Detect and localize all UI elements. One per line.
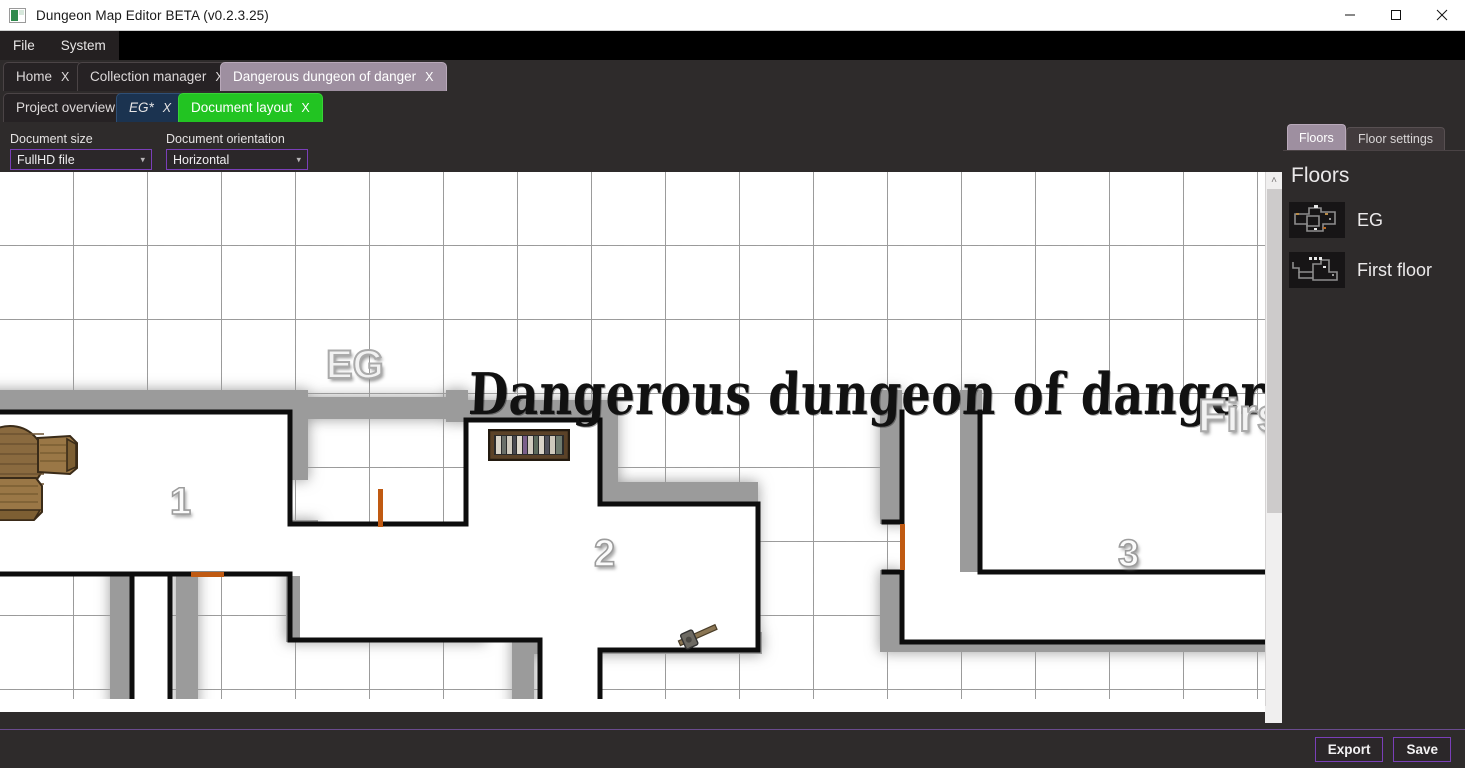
document-orientation-select[interactable]: Horizontal ▾ bbox=[166, 149, 308, 170]
tab-home[interactable]: Home X bbox=[3, 62, 83, 91]
floor-list-item-eg[interactable]: EG bbox=[1283, 188, 1465, 238]
floor-watermark-eg: EG bbox=[325, 342, 385, 388]
tab-eg-close-icon[interactable]: X bbox=[163, 102, 171, 115]
window-title: Dungeon Map Editor BETA (v0.2.3.25) bbox=[36, 7, 269, 23]
tab-dangerous-dungeon-close-icon[interactable]: X bbox=[425, 71, 433, 84]
scroll-up-arrow-icon[interactable]: ˄ bbox=[1266, 172, 1283, 189]
close-button[interactable] bbox=[1419, 0, 1465, 31]
door-vertical-1[interactable] bbox=[378, 489, 383, 527]
tab-floors[interactable]: Floors bbox=[1287, 124, 1346, 150]
application-window: Dungeon Map Editor BETA (v0.2.3.25) File… bbox=[0, 0, 1465, 768]
floor-thumbnail-first-floor bbox=[1289, 252, 1345, 288]
tab-eg-label: EG* bbox=[129, 100, 154, 116]
chair-icon-2[interactable] bbox=[0, 476, 48, 528]
vertical-scrollbar[interactable]: ˄ ˅ bbox=[1265, 172, 1282, 723]
right-panel: Floors Floor settings Floors EG First fl… bbox=[1283, 124, 1465, 729]
door-vertical-2[interactable] bbox=[900, 524, 905, 570]
floor-watermark-first: First bbox=[1197, 388, 1268, 442]
chevron-down-icon: ▾ bbox=[296, 154, 301, 164]
right-panel-tab-bar: Floors Floor settings bbox=[1283, 124, 1465, 150]
tab-collection-manager-label: Collection manager bbox=[90, 69, 207, 85]
dungeon-geometry bbox=[0, 390, 1268, 699]
chair-icon-1[interactable] bbox=[36, 434, 80, 476]
floor-thumbnail-eg bbox=[1289, 202, 1345, 238]
tab-document-layout-close-icon[interactable]: X bbox=[301, 102, 309, 115]
tab-home-label: Home bbox=[16, 69, 53, 85]
document-size-value: FullHD file bbox=[17, 152, 75, 167]
window-controls bbox=[1327, 0, 1465, 31]
project-tab-bar: Home X Collection manager X Dangerous du… bbox=[0, 62, 1465, 93]
tab-dangerous-dungeon[interactable]: Dangerous dungeon of danger X bbox=[220, 62, 447, 91]
save-button[interactable]: Save bbox=[1393, 736, 1451, 762]
tab-document-layout-label: Document layout bbox=[191, 100, 293, 116]
door-horizontal-1[interactable] bbox=[191, 572, 224, 577]
document-orientation-value: Horizontal bbox=[173, 152, 230, 167]
menu-system[interactable]: System bbox=[48, 31, 119, 60]
title-bar: Dungeon Map Editor BETA (v0.2.3.25) bbox=[0, 0, 1465, 31]
floor-name-first-floor: First floor bbox=[1357, 259, 1433, 280]
vertical-scrollbar-track[interactable] bbox=[1266, 189, 1283, 706]
bottom-action-bar: Export Save bbox=[0, 729, 1465, 768]
scrollbar-corner bbox=[1265, 706, 1282, 723]
floor-name-eg: EG bbox=[1357, 209, 1384, 230]
tab-floor-settings[interactable]: Floor settings bbox=[1346, 127, 1446, 150]
tab-floor-settings-label: Floor settings bbox=[1358, 132, 1434, 146]
document-size-field: Document size FullHD file ▾ bbox=[10, 132, 152, 170]
document-orientation-field: Document orientation Horizontal ▾ bbox=[166, 132, 308, 170]
vertical-scrollbar-thumb[interactable] bbox=[1266, 189, 1282, 513]
maximize-button[interactable] bbox=[1373, 0, 1419, 31]
map-canvas-viewport[interactable]: Dangerous dungeon of danger EG First 1 2… bbox=[0, 172, 1282, 712]
minimize-button[interactable] bbox=[1327, 0, 1373, 31]
tab-floors-label: Floors bbox=[1299, 130, 1334, 145]
map-title: Dangerous dungeon of danger bbox=[467, 360, 1267, 428]
floor-list-item-first-floor[interactable]: First floor bbox=[1283, 238, 1465, 288]
tab-eg[interactable]: EG* X bbox=[116, 93, 185, 122]
tab-home-close-icon[interactable]: X bbox=[61, 71, 69, 84]
bookshelf-icon[interactable] bbox=[488, 429, 570, 461]
document-toolbar: Document size FullHD file ▾ Document ori… bbox=[0, 124, 1282, 172]
app-logo-icon bbox=[9, 7, 26, 23]
room-number-3: 3 bbox=[1117, 532, 1140, 576]
document-size-label: Document size bbox=[10, 132, 93, 146]
room-number-2: 2 bbox=[593, 532, 616, 576]
tab-project-overview[interactable]: Project overview bbox=[3, 93, 129, 122]
room-number-1: 1 bbox=[169, 480, 192, 524]
menu-bar: File System bbox=[0, 31, 1465, 60]
menu-file[interactable]: File bbox=[0, 31, 48, 60]
tab-dangerous-dungeon-label: Dangerous dungeon of danger bbox=[233, 69, 417, 85]
tab-project-overview-label: Project overview bbox=[16, 100, 116, 116]
document-orientation-label: Document orientation bbox=[166, 132, 285, 146]
document-tab-bar: Project overview EG* X Document layout X bbox=[0, 93, 1465, 124]
hammer-icon[interactable] bbox=[672, 616, 722, 656]
tab-document-layout[interactable]: Document layout X bbox=[178, 93, 323, 122]
document-size-select[interactable]: FullHD file ▾ bbox=[10, 149, 152, 170]
map-canvas[interactable]: Dangerous dungeon of danger EG First 1 2… bbox=[0, 172, 1268, 699]
chevron-down-icon: ▾ bbox=[140, 154, 145, 164]
export-button[interactable]: Export bbox=[1314, 736, 1384, 762]
right-panel-body: Floors EG First floor bbox=[1283, 150, 1465, 729]
floors-heading: Floors bbox=[1291, 164, 1350, 187]
tab-collection-manager[interactable]: Collection manager X bbox=[77, 62, 237, 91]
